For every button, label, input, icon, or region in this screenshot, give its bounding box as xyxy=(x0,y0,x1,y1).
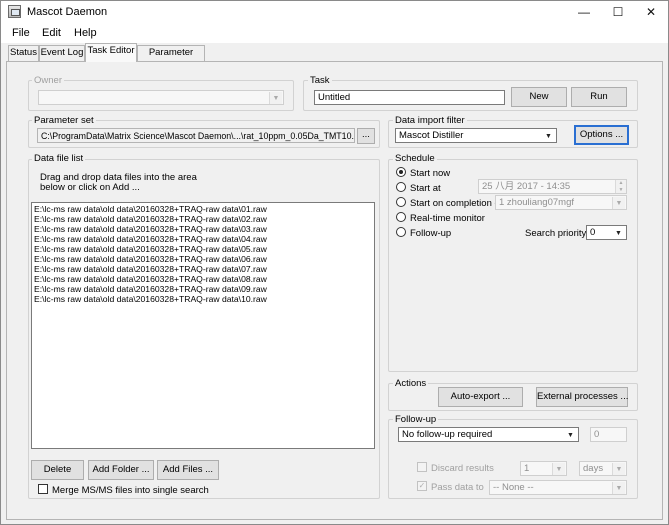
parameter-file-field[interactable]: C:\ProgramData\Matrix Science\Mascot Dae… xyxy=(37,128,355,143)
list-item[interactable]: E:\lc-ms raw data\old data\20160328+TRAQ… xyxy=(32,244,374,254)
list-item[interactable]: E:\lc-ms raw data\old data\20160328+TRAQ… xyxy=(32,294,374,304)
list-item[interactable]: E:\lc-ms raw data\old data\20160328+TRAQ… xyxy=(32,274,374,284)
chevron-down-icon: ▼ xyxy=(542,130,555,142)
chevron-down-icon: ▼ xyxy=(564,429,577,441)
follow-up-radio-label: Follow-up xyxy=(410,228,452,239)
search-priority-label: Search priority xyxy=(525,228,587,239)
chevron-down-icon: ▼ xyxy=(552,463,565,475)
real-time-monitor-radio[interactable] xyxy=(396,212,406,222)
completion-task-select[interactable]: 1 zhouliang07mgf ▼ xyxy=(495,195,627,210)
task-name-input[interactable]: Untitled xyxy=(314,90,505,105)
discard-results-checkbox[interactable] xyxy=(417,462,427,472)
merge-label: Merge MS/MS files into single search xyxy=(52,485,209,496)
data-file-list-label: Data file list xyxy=(32,153,86,164)
completion-task-value: 1 zhouliang07mgf xyxy=(499,197,574,208)
actions-label: Actions xyxy=(393,378,429,389)
real-time-monitor-label: Real-time monitor xyxy=(410,213,485,224)
import-filter-select[interactable]: Mascot Distiller ▼ xyxy=(395,128,557,143)
drag-hint-line2: below or click on Add ... xyxy=(40,182,140,193)
pass-data-label: Pass data to xyxy=(431,482,484,493)
chevron-down-icon: ▼ xyxy=(612,463,625,475)
start-at-radio[interactable] xyxy=(396,182,406,192)
schedule-label: Schedule xyxy=(393,153,437,164)
discard-count-select[interactable]: 1 ▼ xyxy=(520,461,567,476)
start-now-label: Start now xyxy=(410,168,451,179)
tab-task-editor[interactable]: Task Editor xyxy=(85,43,137,62)
tab-event-log[interactable]: Event Log xyxy=(39,45,85,61)
tab-status[interactable]: Status xyxy=(8,45,39,61)
title-bar: Mascot Daemon — ☐ ✕ xyxy=(1,1,668,24)
search-priority-select[interactable]: 0 ▼ xyxy=(586,225,627,240)
follow-up-mode-select[interactable]: No follow-up required ▼ xyxy=(398,427,579,442)
file-items: E:\lc-ms raw data\old data\20160328+TRAQ… xyxy=(32,203,374,304)
auto-export-button[interactable]: Auto-export ... xyxy=(438,387,523,407)
window-title: Mascot Daemon xyxy=(27,6,108,18)
follow-up-group-label: Follow-up xyxy=(393,414,439,425)
follow-up-mode-value: No follow-up required xyxy=(402,429,493,440)
app-icon xyxy=(8,5,21,18)
discard-count-value: 1 xyxy=(524,463,530,474)
chevron-down-icon: ▼ xyxy=(612,197,625,209)
discard-unit-select[interactable]: days ▼ xyxy=(579,461,627,476)
owner-select[interactable]: ▼ xyxy=(38,90,284,105)
start-at-datetime[interactable]: 25 八月 2017 - 14:35 ▲ ▼ xyxy=(478,179,627,194)
list-item[interactable]: E:\lc-ms raw data\old data\20160328+TRAQ… xyxy=(32,234,374,244)
menu-file[interactable]: File xyxy=(12,27,30,39)
add-folder-button[interactable]: Add Folder ... xyxy=(88,460,154,480)
browse-parameter-button[interactable]: ... xyxy=(357,128,375,144)
spin-up-icon: ▲ xyxy=(615,180,626,187)
delete-button[interactable]: Delete xyxy=(31,460,84,480)
start-on-completion-radio[interactable] xyxy=(396,197,406,207)
chevron-down-icon: ▼ xyxy=(612,482,625,494)
menu-help[interactable]: Help xyxy=(74,27,97,39)
pass-data-value: -- None -- xyxy=(493,482,534,493)
maximize-icon[interactable]: ☐ xyxy=(601,1,635,23)
discard-results-label: Discard results xyxy=(431,463,494,474)
pass-data-checkbox[interactable]: ✓ xyxy=(417,481,427,491)
menu-bar: File Edit Help xyxy=(1,24,668,43)
follow-up-number-field[interactable]: 0 xyxy=(590,427,627,442)
list-item[interactable]: E:\lc-ms raw data\old data\20160328+TRAQ… xyxy=(32,264,374,274)
data-file-listbox[interactable]: E:\lc-ms raw data\old data\20160328+TRAQ… xyxy=(31,202,375,449)
menu-edit[interactable]: Edit xyxy=(42,27,61,39)
tab-parameter-editor[interactable]: Parameter Editor xyxy=(137,45,205,72)
list-item[interactable]: E:\lc-ms raw data\old data\20160328+TRAQ… xyxy=(32,214,374,224)
run-button[interactable]: Run xyxy=(571,87,627,107)
parameter-set-label: Parameter set xyxy=(32,115,96,126)
follow-up-radio[interactable] xyxy=(396,227,406,237)
chevron-down-icon: ▼ xyxy=(269,92,282,104)
data-import-label: Data import filter xyxy=(393,115,467,126)
start-at-label: Start at xyxy=(410,183,441,194)
task-label: Task xyxy=(308,75,332,86)
list-item[interactable]: E:\lc-ms raw data\old data\20160328+TRAQ… xyxy=(32,204,374,214)
start-on-completion-label: Start on completion of xyxy=(410,198,503,209)
list-item[interactable]: E:\lc-ms raw data\old data\20160328+TRAQ… xyxy=(32,284,374,294)
new-button[interactable]: New xyxy=(511,87,567,107)
pass-data-select[interactable]: -- None -- ▼ xyxy=(489,480,627,495)
import-filter-value: Mascot Distiller xyxy=(399,130,464,141)
merge-checkbox[interactable] xyxy=(38,484,48,494)
owner-label: Owner xyxy=(32,75,64,86)
add-files-button[interactable]: Add Files ... xyxy=(157,460,219,480)
external-processes-button[interactable]: External processes ... xyxy=(536,387,628,407)
start-at-value: 25 八月 2017 - 14:35 xyxy=(482,181,571,192)
list-item[interactable]: E:\lc-ms raw data\old data\20160328+TRAQ… xyxy=(32,254,374,264)
search-priority-value: 0 xyxy=(590,227,596,238)
main-window: Mascot Daemon — ☐ ✕ File Edit Help Statu… xyxy=(0,0,669,525)
list-item[interactable]: E:\lc-ms raw data\old data\20160328+TRAQ… xyxy=(32,224,374,234)
start-now-radio[interactable] xyxy=(396,167,406,177)
spin-down-icon: ▼ xyxy=(615,187,626,193)
close-icon[interactable]: ✕ xyxy=(634,1,668,23)
minimize-icon[interactable]: — xyxy=(567,1,601,23)
discard-unit-value: days xyxy=(583,463,604,474)
options-button[interactable]: Options ... xyxy=(574,125,629,145)
chevron-down-icon: ▼ xyxy=(612,227,625,239)
